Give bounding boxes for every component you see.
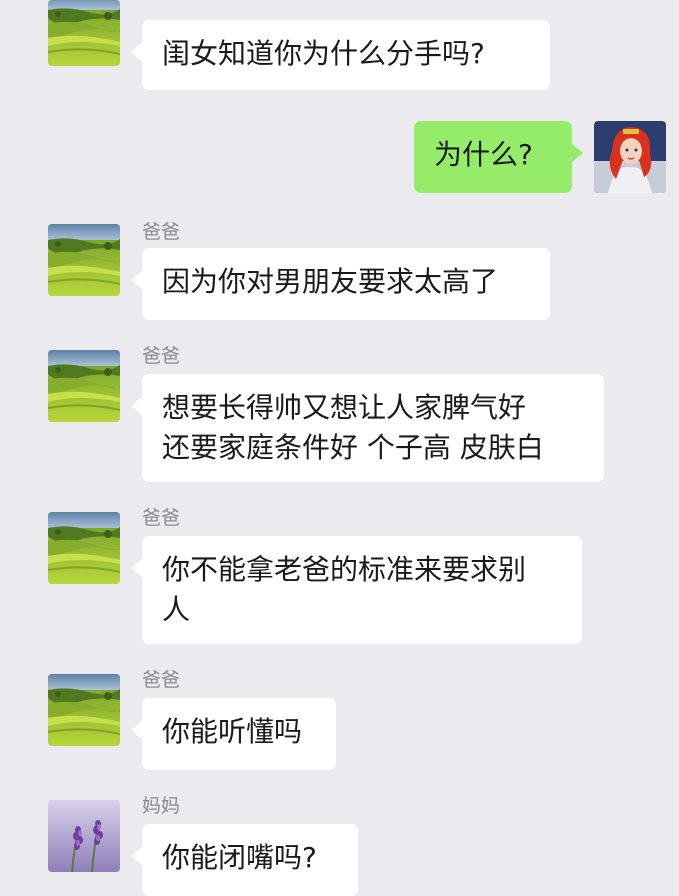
landscape-icon bbox=[48, 512, 120, 584]
sender-name: 爸爸 bbox=[142, 221, 181, 243]
message-bubble[interactable]: 想要长得帅又想让人家脾气好 还要家庭条件好 个子高 皮肤白 bbox=[131, 374, 604, 482]
avatar[interactable] bbox=[48, 0, 120, 66]
message-bubble[interactable]: 你不能拿老爸的标准来要求别 人 bbox=[131, 536, 582, 644]
message-bubble[interactable]: 闺女知道你为什么分手吗? bbox=[131, 20, 550, 90]
message-bubble[interactable]: 你能闭嘴吗? bbox=[131, 824, 358, 896]
message-text: 你能闭嘴吗? bbox=[162, 841, 317, 874]
landscape-icon bbox=[48, 0, 120, 66]
avatar[interactable] bbox=[48, 512, 120, 584]
message-text: 闺女知道你为什么分手吗? bbox=[162, 37, 485, 70]
sender-name: 爸爸 bbox=[142, 345, 181, 367]
avatar[interactable] bbox=[48, 800, 120, 872]
landscape-icon bbox=[48, 674, 120, 746]
princess-avatar-icon bbox=[594, 121, 666, 193]
chat-window: 闺女知道你为什么分手吗? 为什么? 爸爸 因为你对男朋友要求太高了 爸爸 想要长… bbox=[0, 0, 679, 896]
sender-name: 爸爸 bbox=[142, 669, 181, 691]
message-text: 你能听懂吗 bbox=[162, 715, 303, 748]
avatar[interactable] bbox=[48, 224, 120, 296]
message-bubble[interactable]: 你能听懂吗 bbox=[131, 698, 336, 770]
message-text: 为什么? bbox=[434, 138, 533, 171]
message-text-line: 人 bbox=[162, 593, 191, 626]
message-text: 因为你对男朋友要求太高了 bbox=[162, 265, 499, 298]
lavender-icon bbox=[48, 800, 120, 872]
sender-name: 妈妈 bbox=[142, 795, 181, 817]
avatar[interactable] bbox=[48, 350, 120, 422]
my-avatar[interactable] bbox=[594, 121, 666, 193]
message-bubble-outgoing[interactable]: 为什么? bbox=[414, 121, 583, 193]
sender-name: 爸爸 bbox=[142, 507, 181, 529]
message-text-line: 你不能拿老爸的标准来要求别 bbox=[162, 553, 527, 586]
message-text-line: 想要长得帅又想让人家脾气好 bbox=[162, 391, 527, 424]
message-bubble[interactable]: 因为你对男朋友要求太高了 bbox=[131, 248, 550, 320]
message-text-line: 还要家庭条件好 个子高 皮肤白 bbox=[162, 431, 544, 464]
avatar[interactable] bbox=[48, 674, 120, 746]
landscape-icon bbox=[48, 350, 120, 422]
landscape-icon bbox=[48, 224, 120, 296]
